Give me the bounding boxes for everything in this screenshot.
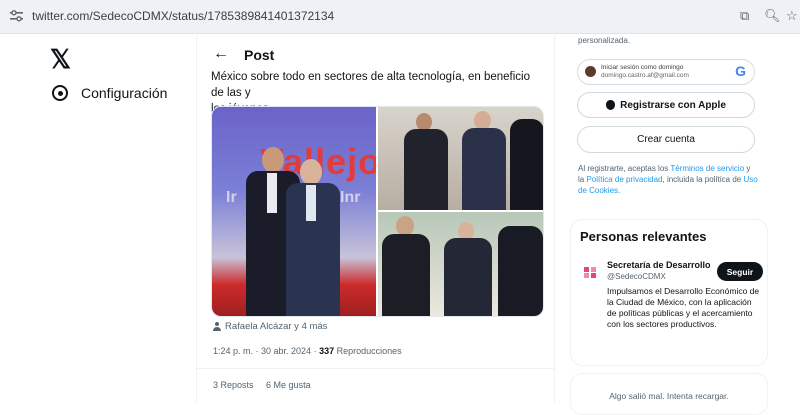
tweet-media-grid[interactable]: Vallejo Ir Inr <box>211 106 544 317</box>
apple-signup-button[interactable]: Registrarse con Apple <box>577 92 755 118</box>
page-title: Post <box>244 47 275 63</box>
apple-icon <box>606 100 616 110</box>
apple-signup-label: Registrarse con Apple <box>620 99 726 111</box>
follow-button[interactable]: Seguir <box>717 262 763 281</box>
reposts-count[interactable]: 3 Reposts <box>213 380 254 390</box>
photo-sign-subtext: Inr <box>340 189 361 206</box>
legal-text: Al registrarte, aceptas los Términos de … <box>578 163 758 196</box>
terms-link[interactable]: Términos de servicio <box>670 164 744 173</box>
signup-subtext: personalizada. <box>578 36 631 45</box>
nav-item-settings[interactable]: Configuración <box>52 83 167 103</box>
relevant-account-name[interactable]: Secretaría de Desarrollo <box>607 260 711 270</box>
gear-icon <box>52 85 68 101</box>
google-signin-name: Iniciar sesión como domingo <box>601 64 684 71</box>
tweet-photo-1[interactable]: Vallejo Ir Inr <box>212 107 376 316</box>
right-sidebar: personalizada. Iniciar sesión como domin… <box>568 33 768 415</box>
follow-button-label: Seguir <box>726 266 754 277</box>
legal-text-part: . <box>618 186 621 195</box>
site-settings-icon[interactable] <box>10 10 23 22</box>
likes-count[interactable]: 6 Me gusta <box>266 380 311 390</box>
avatar[interactable] <box>584 267 598 279</box>
bookmark-star-icon[interactable]: ☆ <box>786 8 798 24</box>
views-count: 337 <box>319 346 335 356</box>
relevant-people-title: Personas relevantes <box>580 229 707 244</box>
google-icon: G <box>735 63 746 79</box>
tweet-photo-3[interactable] <box>378 212 543 316</box>
relevant-people-card: Personas relevantes Secretaría de Desarr… <box>570 219 768 366</box>
divider <box>197 368 554 369</box>
avatar <box>585 66 596 77</box>
main-column: ← Post México sobre todo en sectores de … <box>196 33 555 403</box>
views-label: Reproducciones <box>334 346 402 356</box>
zoom-icon[interactable]: 🔍︎ <box>764 8 781 24</box>
tweet-text-line: México sobre todo en sectores de alta te… <box>211 71 531 99</box>
error-message[interactable]: Algo salió mal. Intenta recargar. <box>571 391 767 401</box>
url-text[interactable]: twitter.com/SedecoCDMX/status/1785389841… <box>32 9 334 23</box>
google-signin-email: domingo.castro.af@gmail.com <box>601 72 689 79</box>
nav-item-settings-label: Configuración <box>81 85 168 101</box>
photo-sign-subtext: Ir <box>226 189 237 206</box>
relevant-account-handle[interactable]: @SedecoCDMX <box>607 272 666 281</box>
relevant-account-bio: Impulsamos el Desarrollo Económico de la… <box>607 286 760 329</box>
back-arrow-icon[interactable]: ← <box>213 45 229 63</box>
privacy-link[interactable]: Política de privacidad <box>586 175 662 184</box>
browser-url-bar[interactable]: twitter.com/SedecoCDMX/status/1785389841… <box>0 0 800 34</box>
tweet-photo-2[interactable] <box>378 107 543 210</box>
cast-icon[interactable]: ⧉ <box>740 8 749 24</box>
tweet-stats: 3 Reposts 6 Me gusta <box>213 380 321 390</box>
tweet-timestamp[interactable]: 1:24 p. m. · 30 abr. 2024 · <box>213 346 319 356</box>
tweet-metadata: 1:24 p. m. · 30 abr. 2024 · 337 Reproduc… <box>213 346 402 356</box>
google-signin-button[interactable]: Iniciar sesión como domingo domingo.cast… <box>577 59 755 85</box>
create-account-label: Crear cuenta <box>637 134 695 145</box>
legal-text-part: Al registrarte, aceptas los <box>578 164 671 173</box>
error-card: Algo salió mal. Intenta recargar. <box>570 373 768 415</box>
person-icon <box>213 322 221 331</box>
tagged-people-text: Rafaela Alcázar y 4 más <box>225 321 328 332</box>
create-account-button[interactable]: Crear cuenta <box>577 126 755 153</box>
legal-text-part: , incluida la política de <box>662 175 744 184</box>
tagged-people[interactable]: Rafaela Alcázar y 4 más <box>213 321 327 332</box>
x-logo[interactable]: 𝕏 <box>50 44 71 75</box>
